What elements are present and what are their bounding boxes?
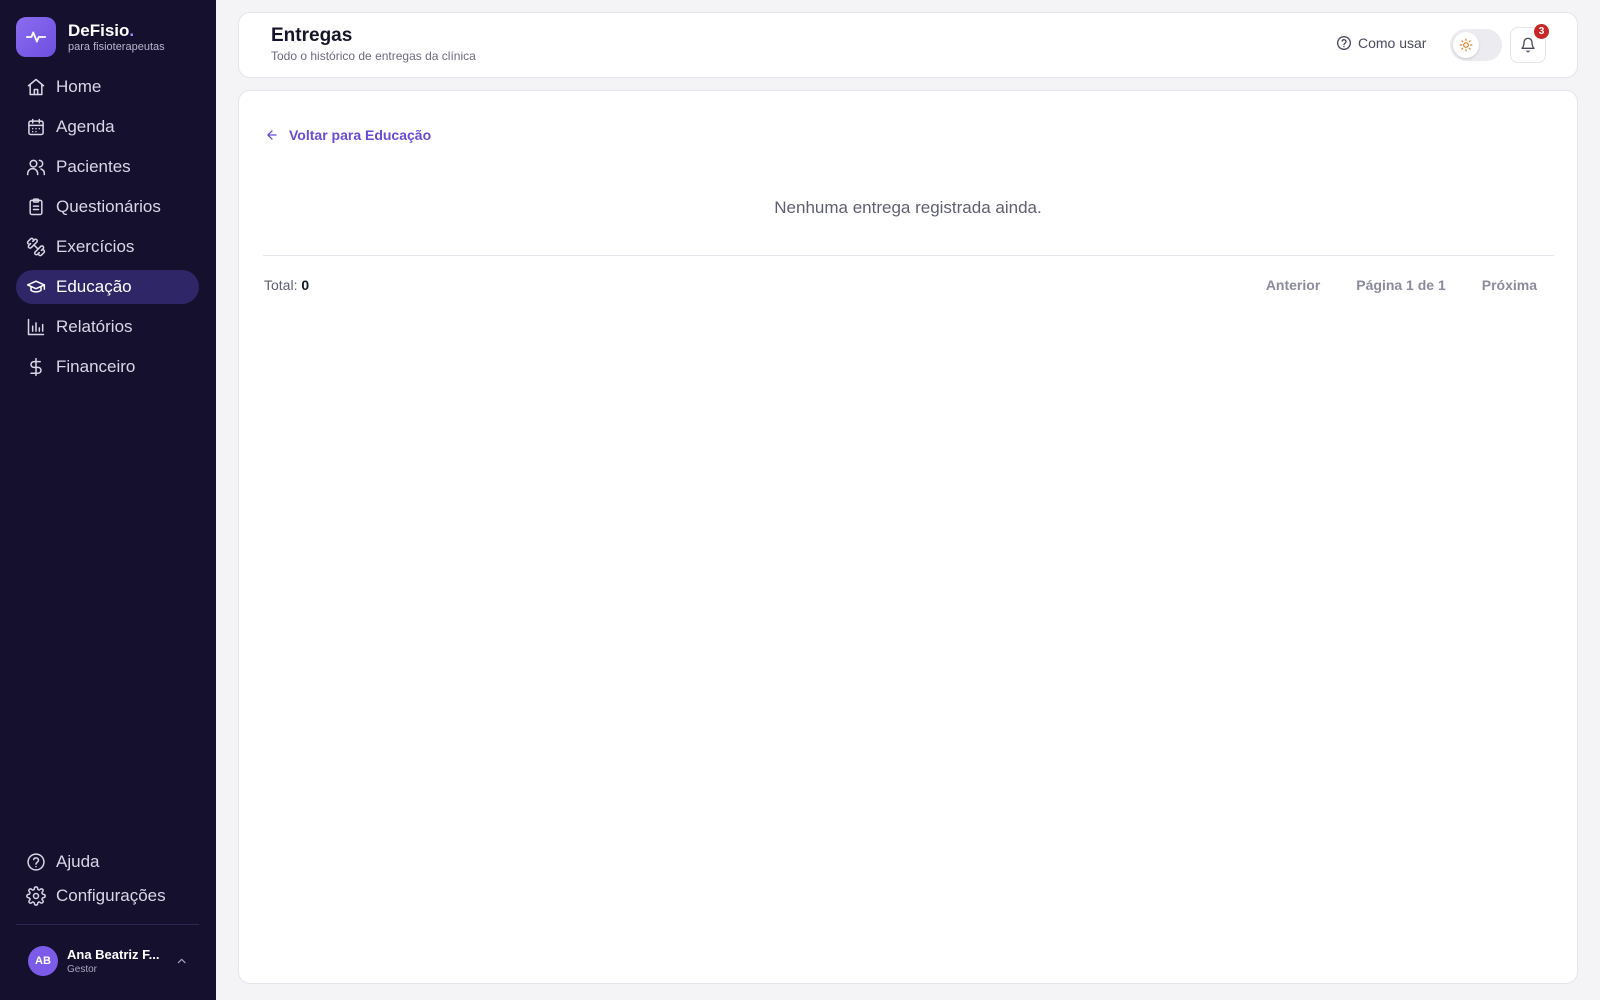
bar-chart-icon — [27, 318, 45, 336]
sidebar-nav: Home Agenda Pacientes Questionários Exer… — [16, 70, 199, 390]
sidebar-item-label: Relatórios — [56, 317, 133, 336]
sidebar-bottom-nav: Ajuda Configurações — [16, 845, 199, 913]
help-circle-icon — [1337, 36, 1351, 50]
total-label: Total: — [264, 277, 298, 293]
dollar-icon — [30, 357, 42, 377]
clipboard-icon — [29, 198, 43, 216]
users-icon — [26, 159, 46, 176]
sidebar-item-label: Exercícios — [56, 237, 135, 256]
arrow-left-icon — [267, 130, 277, 140]
sidebar-item-questionarios[interactable]: Questionários — [16, 190, 199, 224]
sidebar-item-home[interactable]: Home — [16, 70, 199, 104]
sidebar-item-label: Ajuda — [56, 852, 100, 871]
sidebar-item-label: Financeiro — [56, 357, 136, 376]
calendar-icon — [28, 118, 44, 136]
page-subtitle: Todo o histórico de entregas da clínica — [271, 49, 476, 63]
chevron-up-icon[interactable] — [175, 954, 188, 968]
empty-state-message: Nenhuma entrega registrada ainda. — [774, 198, 1042, 217]
total-value: 0 — [301, 277, 310, 293]
sidebar-item-configuracoes[interactable]: Configurações — [16, 879, 199, 913]
user-role: Gestor — [67, 964, 98, 975]
sidebar-item-label: Educação — [56, 277, 132, 296]
sidebar-divider — [16, 924, 199, 925]
sidebar-item-exercicios[interactable]: Exercícios — [16, 230, 199, 264]
sidebar-item-agenda[interactable]: Agenda — [16, 110, 199, 144]
next-page-button[interactable]: Próxima — [1482, 277, 1537, 293]
page-info: Página 1 de 1 — [1356, 277, 1446, 293]
sidebar-item-label: Configurações — [56, 886, 166, 905]
help-circle-icon — [27, 853, 45, 871]
page-header: Entregas Todo o histórico de entregas da… — [238, 12, 1578, 78]
brand-name: DeFisio. — [68, 20, 135, 40]
sidebar-item-label: Pacientes — [56, 157, 131, 176]
help-link-label: Como usar — [1358, 35, 1427, 51]
pagination: Anterior Página 1 de 1 Próxima — [1230, 277, 1537, 293]
back-link-label: Voltar para Educação — [289, 127, 432, 143]
sun-icon — [1453, 32, 1479, 58]
sidebar-item-label: Questionários — [56, 197, 161, 216]
divider — [263, 255, 1554, 256]
help-link[interactable]: Como usar — [1336, 35, 1426, 51]
sidebar-item-relatorios[interactable]: Relatórios — [16, 310, 199, 344]
gear-icon — [26, 886, 46, 906]
brand-subtitle: para fisioterapeutas — [68, 40, 165, 53]
sidebar-item-ajuda[interactable]: Ajuda — [16, 845, 199, 879]
pulse-logo-icon — [16, 17, 56, 57]
total-count: Total: 0 — [264, 277, 309, 293]
sidebar-item-pacientes[interactable]: Pacientes — [16, 150, 199, 184]
graduation-cap-icon — [26, 280, 46, 293]
user-menu[interactable]: AB Ana Beatriz F... Gestor — [28, 946, 188, 976]
sidebar-item-label: Agenda — [56, 117, 115, 136]
user-name: Ana Beatriz F... — [67, 947, 160, 962]
page-title: Entregas — [271, 25, 353, 46]
bell-icon — [1521, 37, 1535, 53]
sidebar-item-financeiro[interactable]: Financeiro — [16, 350, 199, 384]
theme-toggle[interactable] — [1450, 29, 1502, 61]
previous-page-button[interactable]: Anterior — [1266, 277, 1320, 293]
sidebar-item-educacao[interactable]: Educação — [16, 270, 199, 304]
notification-badge: 3 — [1533, 23, 1550, 40]
sidebar: DeFisio. para fisioterapeutas Home Agend… — [0, 0, 216, 1000]
back-link[interactable]: Voltar para Educação — [265, 127, 431, 143]
home-icon — [27, 78, 45, 96]
dumbbell-icon — [26, 237, 46, 257]
sidebar-item-label: Home — [56, 77, 102, 96]
avatar: AB — [28, 946, 58, 976]
brand[interactable]: DeFisio. para fisioterapeutas — [16, 17, 165, 57]
main-content: Voltar para Educação Nenhuma entrega reg… — [238, 90, 1578, 984]
notifications-button[interactable]: 3 — [1510, 23, 1550, 63]
